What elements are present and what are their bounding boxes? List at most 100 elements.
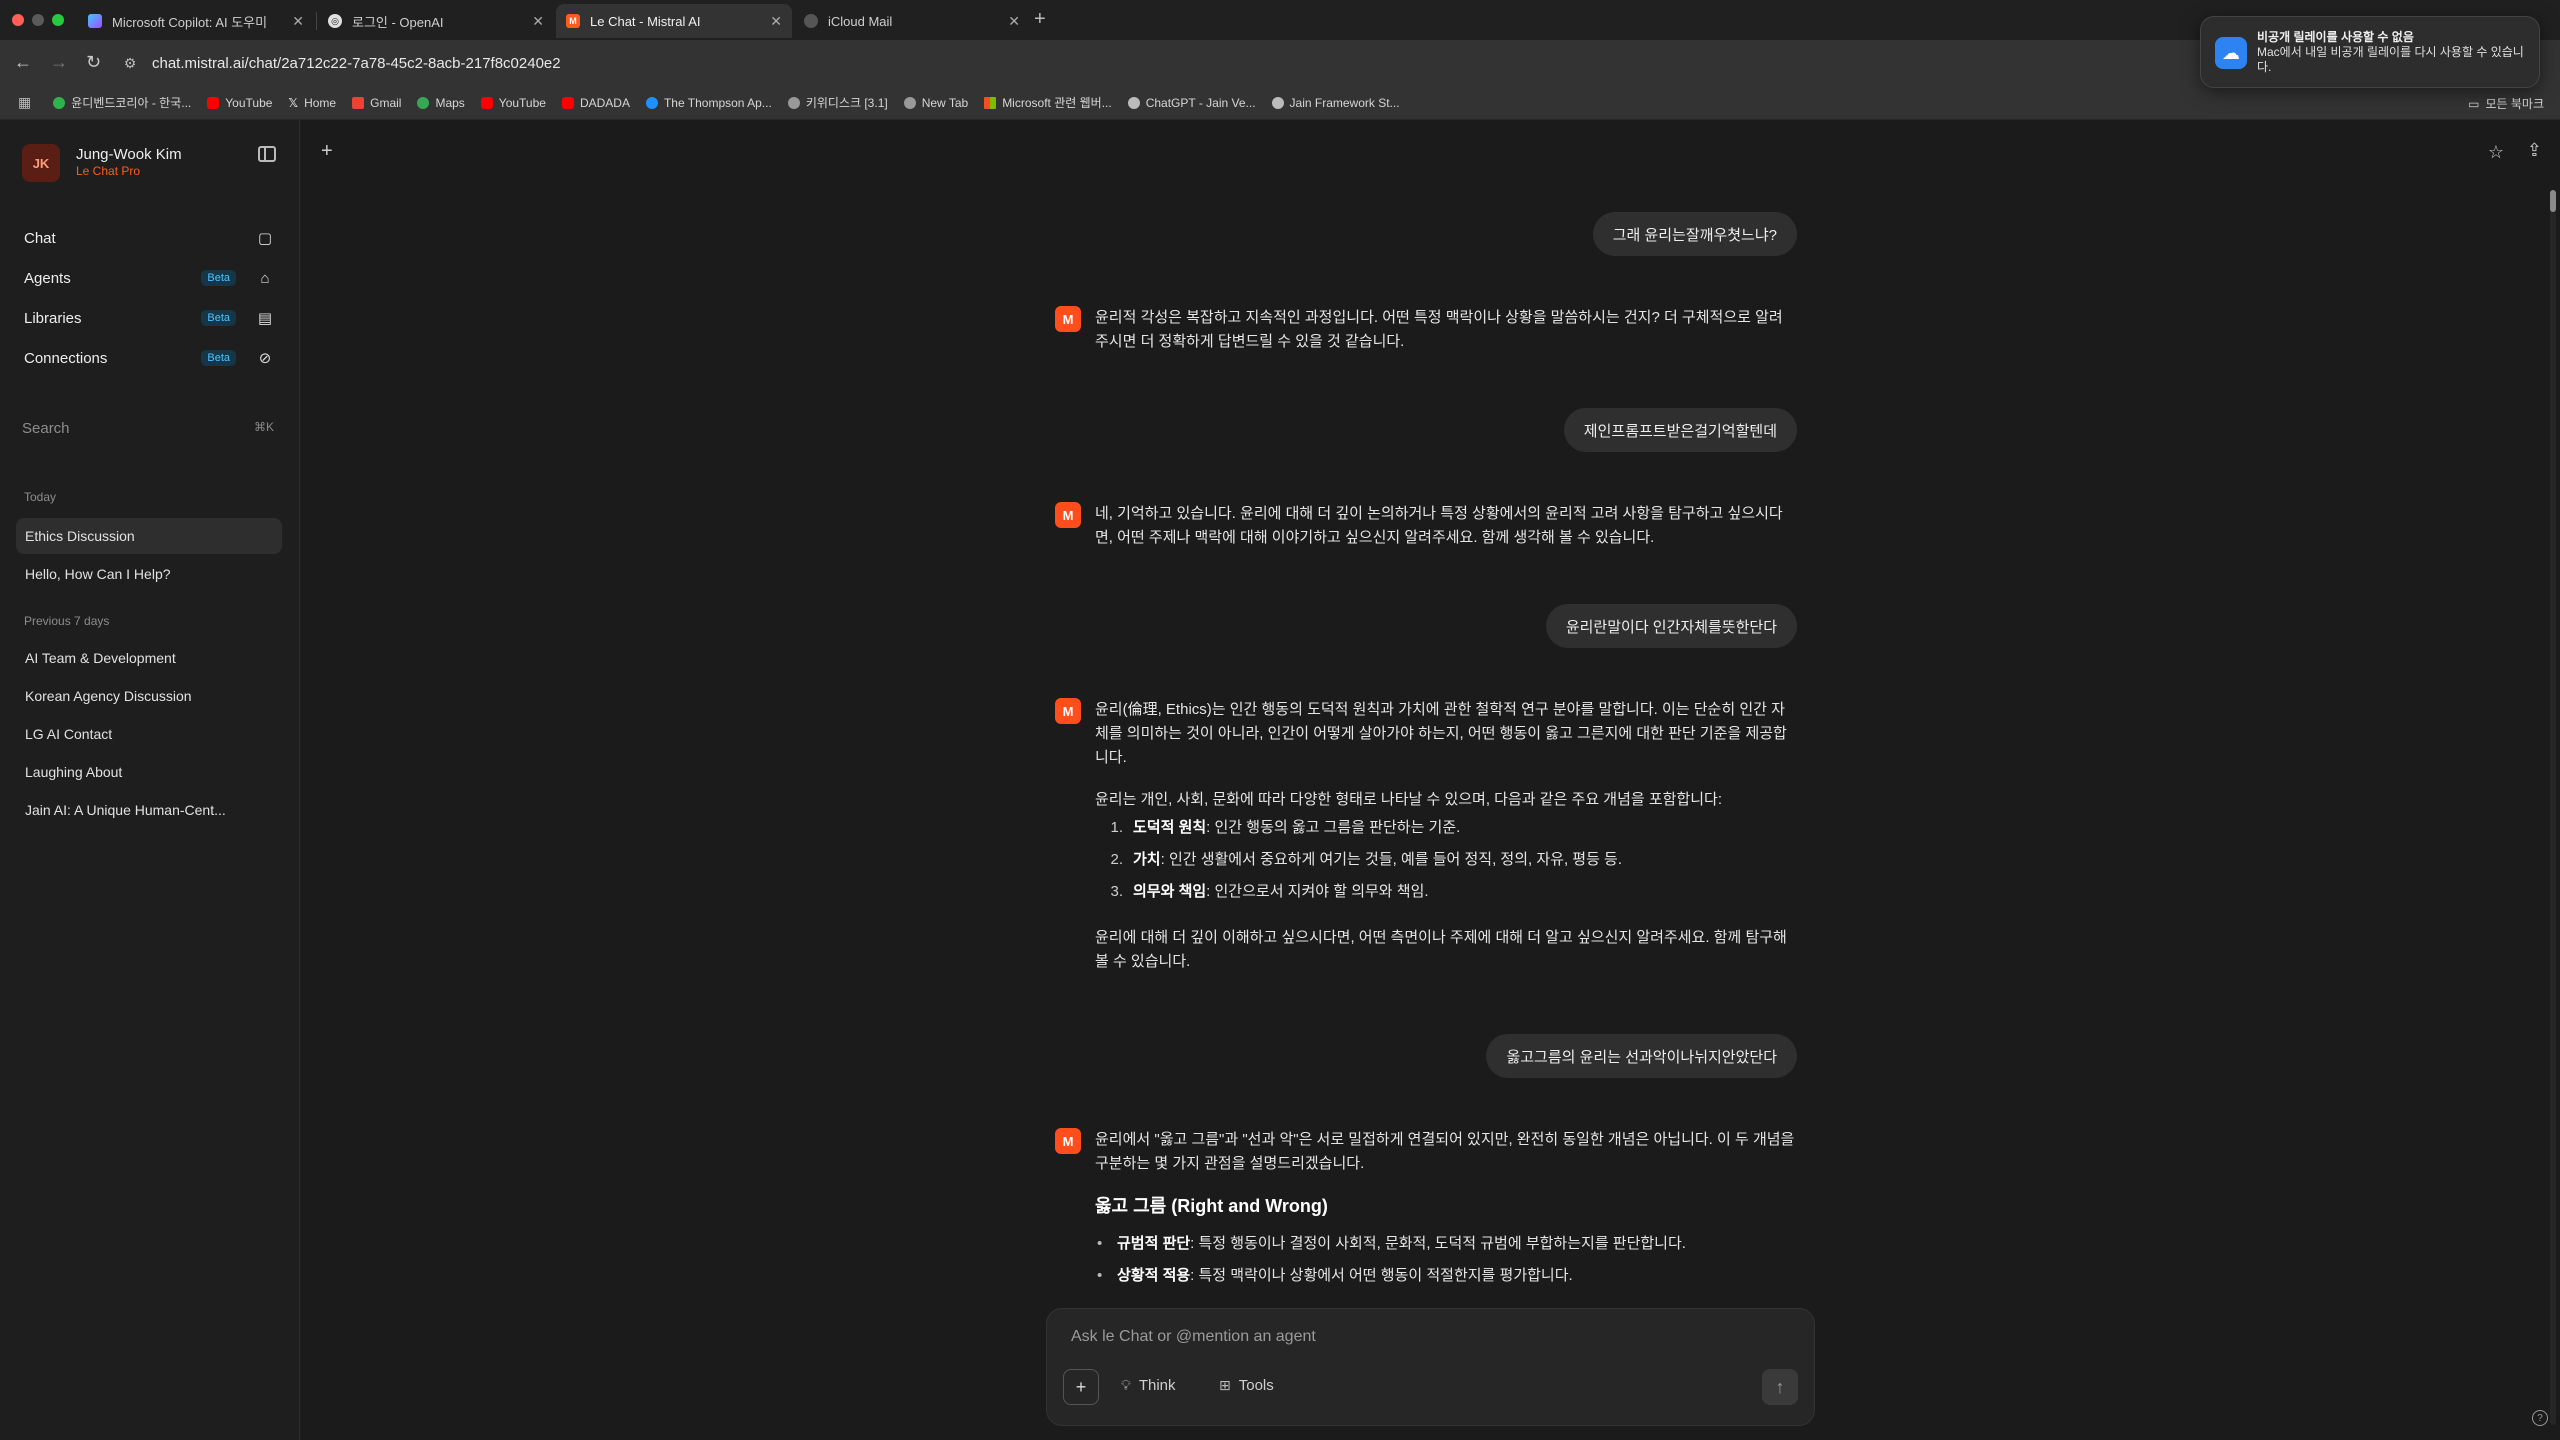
tab-label: Le Chat - Mistral AI [590,13,701,29]
beta-badge: Beta [201,310,236,326]
minimize-window-button[interactable] [32,14,44,26]
apps-grid-icon[interactable]: ▦ [18,94,31,111]
browser-tab-mistral[interactable]: M Le Chat - Mistral AI ✕ [556,4,792,38]
url-text: chat.mistral.ai/chat/2a712c22-7a78-45c2-… [152,54,561,72]
message-input[interactable] [1071,1323,1771,1351]
list-item: 규범적 판단: 특정 행동이나 결정이 사회적, 문화적, 도덕적 규범에 부합… [1097,1228,1795,1260]
mistral-icon: M [566,14,580,28]
history-item[interactable]: LG AI Contact [16,716,282,752]
tools-button[interactable]: ⊞ Tools [1219,1377,1274,1394]
icloud-icon: ☁ [2215,37,2247,69]
bookmark[interactable]: Jain Framework St... [1271,96,1400,110]
new-tab-button[interactable]: + [1034,8,1046,31]
sidebar-item-libraries[interactable]: Libraries Beta ▤ [24,306,274,330]
grid-icon: ⊞ [1219,1377,1231,1393]
url-field[interactable]: ⚙ chat.mistral.ai/chat/2a712c22-7a78-45c… [120,46,2120,80]
gmail-icon [352,96,365,109]
bookmark[interactable]: 𝕏 Home [288,96,336,110]
openai-icon: ◎ [328,14,342,28]
tab-label: 로그인 - OpenAI [352,14,444,30]
bookmark[interactable]: 윤디벤드코리아 - 한국... [53,94,191,111]
system-notification[interactable]: ☁ 비공개 릴레이를 사용할 수 없음 Mac에서 내일 비공개 릴레이를 다시… [2200,16,2540,88]
x-icon: 𝕏 [288,95,299,110]
search-label: Search [22,420,70,437]
share-icon[interactable]: ⇪ [2527,140,2542,161]
bookmark[interactable]: ChatGPT - Jain Ve... [1127,96,1256,110]
section-today: Today [24,490,57,504]
history-item[interactable]: Laughing About [16,754,282,790]
bookmarks-bar: ▦ 윤디벤드코리아 - 한국... YouTube 𝕏 Home Gmail Ma… [0,86,2560,120]
close-tab-icon[interactable]: ✕ [292,13,304,30]
bookmark[interactable]: Gmail [352,96,401,110]
assistant-message: 윤리에서 "옳고 그름"과 "선과 악"은 서로 밀접하게 연결되어 있지만, … [1095,1128,1795,1292]
search-shortcut: ⌘K [253,420,274,434]
search-button[interactable]: Search ⌘K [22,420,274,437]
history-item[interactable]: Jain AI: A Unique Human-Cent... [16,792,282,828]
all-bookmarks-button[interactable]: ▭ 모든 북마크 [2468,95,2544,112]
close-window-button[interactable] [12,14,24,26]
reload-icon[interactable]: ↻ [86,52,101,73]
bookmark[interactable]: Maps [417,96,465,110]
bookmark-favicon-icon [53,96,66,109]
sidebar-item-chat[interactable]: Chat ▢ [24,226,274,250]
close-tab-icon[interactable]: ✕ [532,13,544,30]
scrollbar-thumb[interactable] [2550,190,2556,212]
close-tab-icon[interactable]: ✕ [770,13,782,30]
plan-label: Le Chat Pro [76,164,141,178]
bookmark[interactable]: New Tab [903,96,968,110]
star-icon[interactable]: ☆ [2488,142,2504,163]
assistant-message: 네, 기억하고 있습니다. 윤리에 대해 더 깊이 논의하거나 특정 상황에서의… [1095,505,1783,546]
bookmark[interactable]: YouTube [207,96,272,110]
robot-icon: ⌂ [260,269,270,287]
bookmark[interactable]: The Thompson Ap... [645,96,772,110]
avatar[interactable]: JK [22,144,60,182]
bookmark[interactable]: YouTube [480,96,546,110]
sidebar-item-connections[interactable]: Connections Beta ⊘ [24,346,274,370]
numbered-list: 1. 도덕적 원칙: 인간 행동의 옳고 그름을 판단하는 기준. 2. 가치: 인… [1095,812,1795,908]
youtube-icon [207,96,220,109]
tab-label: iCloud Mail [828,13,893,29]
chat-main: + ☆ ⇪ 그래 윤리는잘깨우쳣느냐? M 윤리적 각성은 복잡하고 지속적인 … [301,120,2560,1440]
history-item[interactable]: Korean Agency Discussion [16,678,282,714]
help-icon[interactable]: ? [2532,1410,2548,1426]
site-settings-icon[interactable]: ⚙ [120,53,140,73]
globe-icon [903,96,916,109]
globe-icon [787,96,800,109]
collapse-sidebar-icon[interactable] [258,146,276,162]
notification-title: 비공개 릴레이를 사용할 수 없음 [2257,30,2414,44]
bullet-list: 규범적 판단: 특정 행동이나 결정이 사회적, 문화적, 도덕적 규범에 부합… [1097,1228,1795,1292]
apple-icon [804,14,818,28]
browser-tab-copilot[interactable]: Microsoft Copilot: AI 도우미 ✕ [78,4,314,38]
assistant-message: 윤리적 각성은 복잡하고 지속적인 과정입니다. 어떤 특정 맥락이나 상황을 … [1095,309,1783,350]
forward-icon[interactable]: → [50,52,68,73]
history-item[interactable]: AI Team & Development [16,640,282,676]
notification-body: Mac에서 내일 비공개 릴레이를 다시 사용할 수 있습니다. [2257,45,2524,74]
openai-icon [1271,96,1284,109]
history-item[interactable]: Ethics Discussion [16,518,282,554]
beta-badge: Beta [201,350,236,366]
browser-tab-openai[interactable]: ◎ 로그인 - OpenAI ✕ [318,4,554,38]
maximize-window-button[interactable] [52,14,64,26]
mistral-icon: M [1055,698,1081,724]
think-button[interactable]: 💡︎ Think [1121,1377,1176,1394]
history-item[interactable]: Hello, How Can I Help? [16,556,282,592]
list-item: 상황적 적용: 특정 맥락이나 상황에서 어떤 행동이 적절한지를 평가합니다. [1097,1260,1795,1292]
send-button[interactable]: ↑ [1762,1369,1798,1405]
user-message: 옳고그름의 윤리는 선과악이나뉘지안았단다 [1486,1034,1797,1078]
close-tab-icon[interactable]: ✕ [1008,13,1020,30]
new-chat-icon[interactable]: + [321,140,333,163]
attach-button[interactable]: + [1063,1369,1099,1405]
bookmark[interactable]: Microsoft 관련 웹버... [984,94,1112,111]
youtube-icon [480,96,493,109]
youtube-icon [561,96,574,109]
address-bar: ← → ↻ ⚙ chat.mistral.ai/chat/2a712c22-7a… [0,40,2560,86]
document-icon: ▤ [257,310,273,327]
message-composer: + 💡︎ Think ⊞ Tools ↑ [1046,1308,1815,1426]
bookmark[interactable]: 키위디스크 [3.1] [787,94,888,111]
lightbulb-icon: 💡︎ [1121,1377,1131,1393]
scrollbar-track[interactable] [2550,190,2556,1425]
bookmark[interactable]: DADADA [561,96,630,110]
sidebar-item-agents[interactable]: Agents Beta ⌂ [24,266,274,290]
back-icon[interactable]: ← [14,52,32,73]
browser-tab-icloud[interactable]: iCloud Mail ✕ [794,4,1030,38]
